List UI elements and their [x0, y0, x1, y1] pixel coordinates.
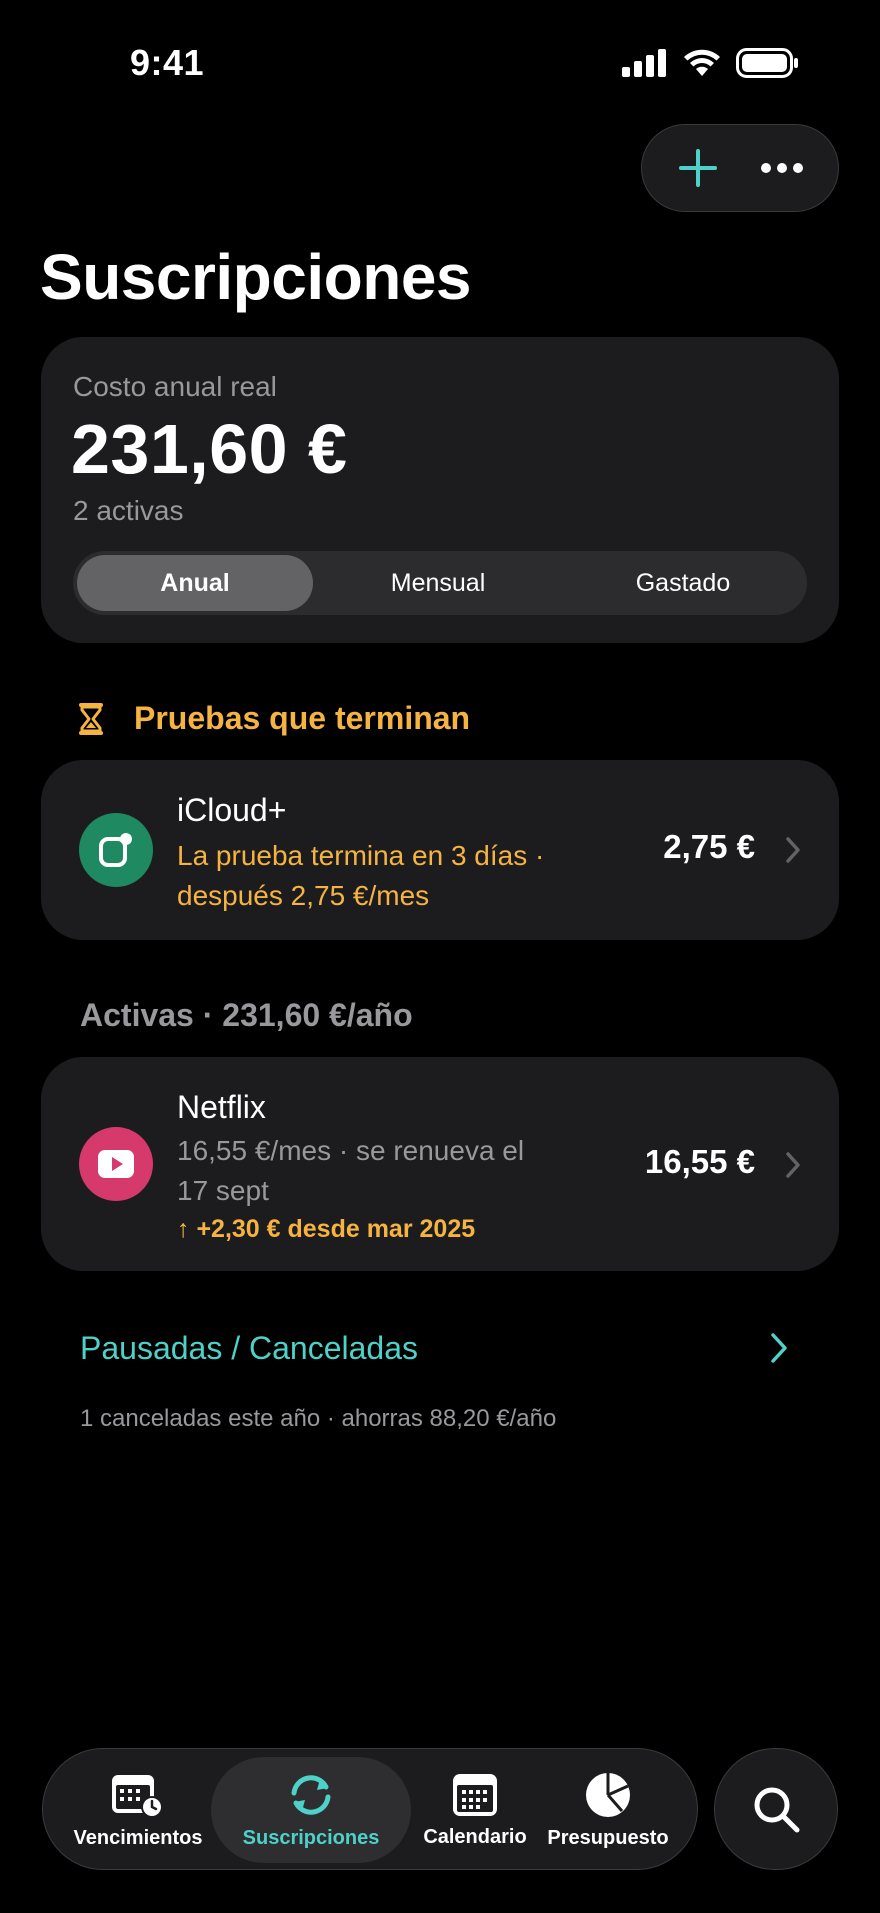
- more-button[interactable]: [747, 133, 817, 203]
- trials-section-header: Pruebas que terminan: [78, 700, 470, 737]
- subscription-name: iCloud+: [177, 792, 287, 828]
- calendar-icon: [453, 1773, 497, 1816]
- hourglass-icon: [79, 702, 103, 735]
- segment-anual[interactable]: Anual: [77, 555, 313, 611]
- trial-ending-text: La prueba termina en 3 días ·: [177, 840, 545, 871]
- chevron-right-icon: [786, 1152, 800, 1178]
- trials-header-label: Pruebas que terminan: [134, 700, 471, 736]
- calendar-clock-icon: [112, 1774, 163, 1818]
- period-segmented-control: Anual Mensual Gastado: [73, 551, 807, 615]
- segment-mensual[interactable]: Mensual: [313, 555, 563, 611]
- savings-note: 1 canceladas este año · ahorras 88,20 €/…: [80, 1405, 557, 1432]
- subscription-card-netflix[interactable]: Netflix 16,55 €/mes · se renueva el 17 s…: [41, 1057, 839, 1271]
- chevron-right-icon: [786, 837, 800, 863]
- status-icons: [622, 48, 800, 78]
- plus-icon: [679, 149, 717, 187]
- tab-label: Vencimientos: [73, 1826, 203, 1849]
- battery-icon: [736, 48, 798, 78]
- chevron-right-icon[interactable]: [770, 1332, 788, 1364]
- search-button[interactable]: [714, 1748, 838, 1870]
- renewal-text: 16,55 €/mes · se renueva el: [177, 1135, 525, 1166]
- paused-cancelled-link[interactable]: Pausadas / Canceladas: [80, 1330, 418, 1367]
- summary-card: Costo anual real 231,60 € 2 activas Anua…: [41, 337, 839, 643]
- netflix-app-icon: [79, 1127, 153, 1201]
- play-icon: [98, 1150, 134, 1178]
- subscription-name: Netflix: [177, 1089, 266, 1125]
- active-count: 2 activas: [73, 495, 184, 526]
- tab-suscripciones[interactable]: Suscripciones: [211, 1749, 411, 1871]
- page-title: Suscripciones: [40, 241, 472, 313]
- wifi-icon: [684, 49, 720, 76]
- tab-label: Presupuesto: [547, 1826, 669, 1849]
- subscription-card-icloud[interactable]: iCloud+ La prueba termina en 3 días · de…: [41, 760, 839, 940]
- ellipsis-icon: [761, 163, 803, 173]
- tab-bar: Vencimientos Suscripciones Calendario Pr…: [42, 1748, 698, 1870]
- subscription-price: 16,55 €: [644, 1143, 755, 1180]
- tab-calendario[interactable]: Calendario: [405, 1749, 545, 1871]
- status-bar: 9:41: [0, 0, 880, 130]
- price-change-text: ↑ +2,30 € desde mar 2025: [177, 1215, 476, 1243]
- refresh-icon: [291, 1774, 331, 1815]
- renewal-date: 17 sept: [177, 1175, 269, 1206]
- pie-chart-icon: [586, 1772, 630, 1817]
- subscription-price: 2,75 €: [663, 828, 755, 865]
- tab-presupuesto[interactable]: Presupuesto: [533, 1749, 683, 1871]
- summary-label: Costo anual real: [73, 371, 277, 402]
- status-time: 9:41: [130, 42, 205, 83]
- search-icon: [754, 1787, 800, 1833]
- icloud-app-icon: [79, 813, 153, 887]
- trial-after-price: después 2,75 €/mes: [177, 880, 430, 911]
- tab-label: Suscripciones: [242, 1826, 380, 1849]
- segment-gastado[interactable]: Gastado: [563, 555, 803, 611]
- summary-amount: 231,60 €: [71, 410, 348, 488]
- icloud-icon: [99, 833, 132, 867]
- top-actions: [641, 124, 839, 212]
- add-button[interactable]: [663, 133, 733, 203]
- tab-vencimientos[interactable]: Vencimientos: [63, 1749, 213, 1871]
- active-section-header: Activas · 231,60 €/año: [80, 997, 413, 1033]
- signal-icon: [622, 49, 666, 77]
- tab-label: Calendario: [423, 1825, 527, 1848]
